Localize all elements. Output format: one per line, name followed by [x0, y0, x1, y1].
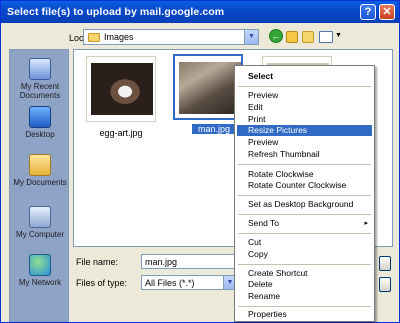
- look-in-value: Images: [104, 32, 134, 42]
- title-bar[interactable]: Select file(s) to upload by mail.google.…: [1, 1, 399, 23]
- menu-item-properties[interactable]: Properties: [237, 309, 372, 320]
- look-in-dropdown[interactable]: Images ▼: [83, 29, 259, 45]
- menu-item-rotate-counter-clockwise[interactable]: Rotate Counter Clockwise: [237, 180, 372, 191]
- files-of-type-value: All Files (*.*): [145, 278, 195, 288]
- menu-item-create-shortcut[interactable]: Create Shortcut: [237, 268, 372, 279]
- arrow-left-icon: ←: [271, 31, 281, 41]
- menu-item-set-desktop-background[interactable]: Set as Desktop Background: [237, 199, 372, 210]
- place-desktop[interactable]: Desktop: [10, 106, 70, 139]
- window-title: Select file(s) to upload by mail.google.…: [7, 6, 225, 18]
- file-name-label[interactable]: egg-art.jpg: [81, 128, 161, 138]
- place-label: My Documents: [13, 178, 67, 187]
- menu-item-print[interactable]: Print: [237, 114, 372, 125]
- submenu-arrow-icon: ▸: [364, 220, 368, 227]
- file-upload-dialog: Select file(s) to upload by mail.google.…: [0, 0, 400, 323]
- recent-documents-icon: [29, 58, 51, 80]
- my-network-icon: [29, 254, 51, 276]
- place-my-documents[interactable]: My Documents: [10, 154, 70, 187]
- menu-item-edit[interactable]: Edit: [237, 102, 372, 113]
- up-folder-button[interactable]: [286, 31, 298, 43]
- my-documents-icon: [29, 154, 51, 176]
- file-thumbnail[interactable]: [86, 56, 156, 122]
- file-name-value: man.jpg: [145, 257, 178, 267]
- file-name-label-selected[interactable]: man.jpg: [192, 124, 236, 134]
- new-folder-button[interactable]: [302, 31, 314, 43]
- places-bar: My Recent Documents Desktop My Documents…: [9, 49, 69, 322]
- files-of-type-dropdown[interactable]: All Files (*.*) ▼: [141, 275, 237, 290]
- files-of-type-label: Files of type:: [76, 278, 128, 288]
- place-my-computer[interactable]: My Computer: [10, 206, 70, 239]
- file-thumbnail-selected[interactable]: [173, 54, 243, 120]
- menu-separator: [238, 214, 371, 215]
- place-recent-documents[interactable]: My Recent Documents: [10, 58, 70, 100]
- desktop-icon: [29, 106, 51, 128]
- menu-item-preview-2[interactable]: Preview: [237, 137, 372, 148]
- chevron-down-icon[interactable]: ▼: [244, 30, 258, 44]
- menu-separator: [238, 306, 371, 307]
- folder-icon: [88, 33, 100, 42]
- menu-item-resize-pictures[interactable]: Resize Pictures: [237, 125, 372, 136]
- menu-item-send-to[interactable]: Send To ▸: [237, 218, 372, 229]
- place-my-network[interactable]: My Network: [10, 254, 70, 287]
- back-button[interactable]: ←: [269, 29, 283, 43]
- menu-item-rename[interactable]: Rename: [237, 291, 372, 302]
- menu-item-rotate-clockwise[interactable]: Rotate Clockwise: [237, 169, 372, 180]
- image-preview: [91, 63, 153, 115]
- views-dropdown-icon[interactable]: ▼: [335, 32, 342, 39]
- menu-item-copy[interactable]: Copy: [237, 249, 372, 260]
- image-preview: [179, 62, 241, 114]
- menu-item-preview[interactable]: Preview: [237, 90, 372, 101]
- menu-separator: [238, 164, 371, 165]
- file-name-label: File name:: [76, 257, 119, 267]
- cancel-button[interactable]: [379, 277, 391, 292]
- place-label: My Recent Documents: [19, 82, 61, 100]
- help-button[interactable]: ?: [360, 4, 376, 20]
- place-label: Desktop: [25, 130, 55, 139]
- close-button[interactable]: ✕: [379, 4, 395, 20]
- menu-separator: [238, 86, 371, 87]
- open-button[interactable]: [379, 256, 391, 271]
- menu-separator: [238, 264, 371, 265]
- file-name-field[interactable]: man.jpg: [141, 254, 237, 269]
- views-menu-button[interactable]: [319, 31, 333, 43]
- menu-item-delete[interactable]: Delete: [237, 279, 372, 290]
- menu-item-refresh-thumbnail[interactable]: Refresh Thumbnail: [237, 149, 372, 160]
- menu-item-label: Send To: [248, 218, 280, 228]
- menu-separator: [238, 195, 371, 196]
- place-label: My Network: [18, 278, 62, 287]
- menu-separator: [238, 233, 371, 234]
- my-computer-icon: [29, 206, 51, 228]
- place-label: My Computer: [15, 230, 64, 239]
- menu-item-cut[interactable]: Cut: [237, 237, 372, 248]
- context-menu: Select Preview Edit Print Resize Picture…: [234, 65, 375, 322]
- menu-item-select[interactable]: Select: [237, 71, 372, 82]
